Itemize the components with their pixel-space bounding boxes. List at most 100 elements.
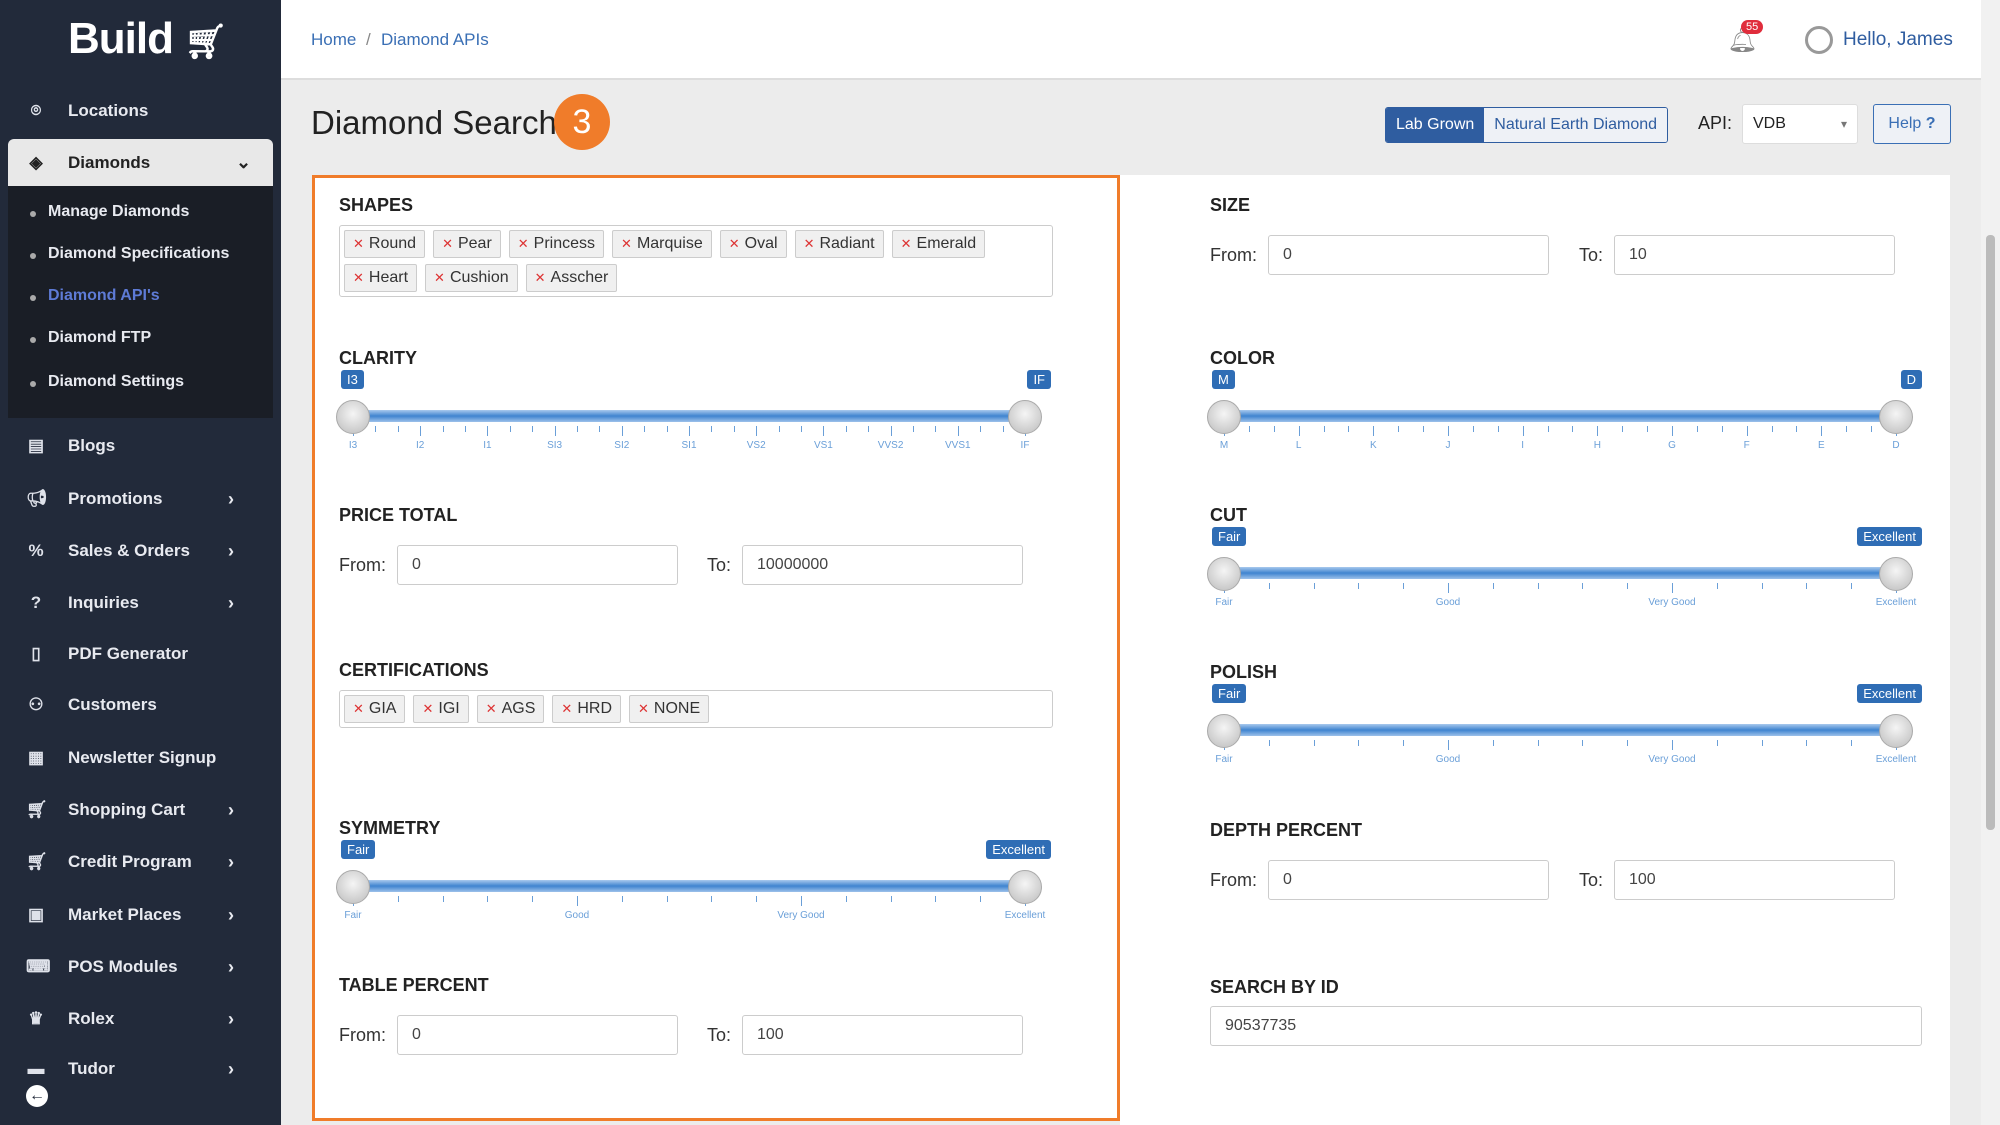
slider-tick bbox=[1324, 426, 1325, 432]
certifications-tag: ✕HRD bbox=[552, 695, 621, 723]
remove-tag-icon[interactable]: ✕ bbox=[901, 236, 912, 251]
sidebar-item-locations[interactable]: ⌾Locations bbox=[0, 89, 281, 133]
slider-tick bbox=[801, 896, 802, 906]
diamonds-submenu: Manage Diamonds Diamond Specifications Dia… bbox=[8, 186, 273, 418]
sidebar-item-customers[interactable]: ⚇Customers bbox=[0, 683, 281, 727]
cut-slider-track[interactable] bbox=[1224, 567, 1896, 579]
remove-tag-icon[interactable]: ✕ bbox=[486, 701, 497, 716]
polish-slider-track[interactable] bbox=[1224, 724, 1896, 736]
symmetry-range-slider[interactable]: FairGoodVery GoodExcellentFairExcellent bbox=[339, 840, 1039, 920]
depth-from-label: From: bbox=[1210, 870, 1257, 891]
table-label: TABLE PERCENT bbox=[339, 975, 489, 996]
question-icon: ? bbox=[1926, 115, 1936, 132]
polish-min-handle[interactable] bbox=[1207, 714, 1241, 748]
table-to-input[interactable]: 100 bbox=[742, 1015, 1023, 1055]
sidebar-item-diamonds[interactable]: ◈Diamonds⌄ bbox=[8, 139, 273, 186]
cut-min-handle[interactable] bbox=[1207, 557, 1241, 591]
remove-tag-icon[interactable]: ✕ bbox=[353, 701, 364, 716]
remove-tag-icon[interactable]: ✕ bbox=[422, 701, 433, 716]
slider-tick-label: SI1 bbox=[681, 440, 696, 451]
sidebar-item-tudor[interactable]: ▬Tudor› bbox=[0, 1047, 281, 1091]
submenu-item[interactable]: Manage Diamonds bbox=[48, 203, 189, 221]
clarity-max-handle[interactable] bbox=[1008, 400, 1042, 434]
polish-max-handle[interactable] bbox=[1879, 714, 1913, 748]
depth-from-input[interactable]: 0 bbox=[1268, 860, 1549, 900]
page-title: Diamond Search bbox=[311, 104, 557, 142]
submenu-item[interactable]: Diamond Specifications bbox=[48, 245, 229, 263]
cut-range-slider[interactable]: FairGoodVery GoodExcellentFairExcellent bbox=[1210, 527, 1910, 607]
remove-tag-icon[interactable]: ✕ bbox=[518, 236, 529, 251]
color-min-handle[interactable] bbox=[1207, 400, 1241, 434]
slider-tick-label: Very Good bbox=[1648, 754, 1695, 765]
polish-range-slider[interactable]: FairGoodVery GoodExcellentFairExcellent bbox=[1210, 684, 1910, 764]
help-button[interactable]: Help ? bbox=[1873, 104, 1951, 144]
slider-tick bbox=[1717, 740, 1718, 746]
submenu-item[interactable]: Diamond Settings bbox=[48, 373, 184, 391]
table-from-input[interactable]: 0 bbox=[397, 1015, 678, 1055]
remove-tag-icon[interactable]: ✕ bbox=[434, 270, 445, 285]
depth-to-input[interactable]: 100 bbox=[1614, 860, 1895, 900]
sidebar-item-shopping-cart[interactable]: 🛒︎Shopping Cart› bbox=[0, 788, 281, 832]
newsletter-icon: ▦ bbox=[26, 748, 46, 768]
shapes-multiselect[interactable]: ✕Round✕Pear✕Princess✕Marquise✕Oval✕Radia… bbox=[339, 225, 1053, 297]
remove-tag-icon[interactable]: ✕ bbox=[729, 236, 740, 251]
natural-earth-diamond-button[interactable]: Natural Earth Diamond bbox=[1484, 108, 1667, 142]
sidebar-item-blogs[interactable]: ▤Blogs bbox=[0, 424, 281, 468]
collapse-sidebar-icon[interactable]: ← bbox=[26, 1085, 48, 1107]
chevron-right-icon: › bbox=[228, 957, 234, 978]
symmetry-max-handle[interactable] bbox=[1008, 870, 1042, 904]
api-select[interactable]: VDB bbox=[1742, 104, 1858, 144]
slider-tick-label: VS2 bbox=[747, 440, 766, 451]
submenu-item[interactable]: Diamond API's bbox=[48, 287, 160, 305]
remove-tag-icon[interactable]: ✕ bbox=[638, 701, 649, 716]
submenu-item[interactable]: Diamond FTP bbox=[48, 329, 151, 347]
clarity-min-handle[interactable] bbox=[336, 400, 370, 434]
price-from-input[interactable]: 0 bbox=[397, 545, 678, 585]
remove-tag-icon[interactable]: ✕ bbox=[804, 236, 815, 251]
remove-tag-icon[interactable]: ✕ bbox=[621, 236, 632, 251]
sidebar-item-rolex[interactable]: ♛Rolex› bbox=[0, 997, 281, 1041]
remove-tag-icon[interactable]: ✕ bbox=[353, 270, 364, 285]
clarity-slider-track[interactable] bbox=[353, 410, 1025, 422]
logo[interactable]: Build 🛒︎ bbox=[68, 14, 226, 64]
remove-tag-icon[interactable]: ✕ bbox=[561, 701, 572, 716]
slider-tick-label: Excellent bbox=[1876, 754, 1917, 765]
slider-tick bbox=[980, 896, 981, 902]
sidebar-item-pos-modules[interactable]: ⌨POS Modules› bbox=[0, 945, 281, 989]
color-slider-track[interactable] bbox=[1224, 410, 1896, 422]
certifications-multiselect[interactable]: ✕GIA✕IGI✕AGS✕HRD✕NONE bbox=[339, 690, 1053, 728]
user-avatar-icon[interactable] bbox=[1805, 26, 1833, 54]
megaphone-icon: 📢︎ bbox=[26, 489, 46, 509]
price-to-input[interactable]: 10000000 bbox=[742, 545, 1023, 585]
color-max-handle[interactable] bbox=[1879, 400, 1913, 434]
cut-max-handle[interactable] bbox=[1879, 557, 1913, 591]
search-id-input[interactable]: 90537735 bbox=[1210, 1006, 1922, 1046]
symmetry-slider-track[interactable] bbox=[353, 880, 1025, 892]
chevron-right-icon: › bbox=[228, 541, 234, 562]
color-range-slider[interactable]: MLKJIHGFEDMD bbox=[1210, 370, 1910, 450]
breadcrumb-current[interactable]: Diamond APIs bbox=[381, 30, 489, 50]
remove-tag-icon[interactable]: ✕ bbox=[535, 270, 546, 285]
sidebar-item-credit-program[interactable]: 🛒︎Credit Program› bbox=[0, 840, 281, 884]
symmetry-min-handle[interactable] bbox=[336, 870, 370, 904]
remove-tag-icon[interactable]: ✕ bbox=[353, 236, 364, 251]
lab-grown-button[interactable]: Lab Grown bbox=[1386, 108, 1484, 142]
breadcrumb-home[interactable]: Home bbox=[311, 30, 356, 50]
sidebar-item-newsletter-signup[interactable]: ▦Newsletter Signup bbox=[0, 736, 281, 780]
sidebar-item-sales-orders[interactable]: %Sales & Orders› bbox=[0, 529, 281, 573]
sidebar-item-pdf-generator[interactable]: ▯PDF Generator bbox=[0, 632, 281, 676]
size-from-label: From: bbox=[1210, 245, 1257, 266]
sidebar-item-promotions[interactable]: 📢︎Promotions› bbox=[0, 477, 281, 521]
symmetry-label: SYMMETRY bbox=[339, 818, 440, 839]
size-from-input[interactable]: 0 bbox=[1268, 235, 1549, 275]
search-filters-left: SHAPES✕Round✕Pear✕Princess✕Marquise✕Oval… bbox=[312, 175, 1120, 1121]
remove-tag-icon[interactable]: ✕ bbox=[442, 236, 453, 251]
user-greeting[interactable]: Hello, James bbox=[1843, 29, 1953, 51]
size-to-input[interactable]: 10 bbox=[1614, 235, 1895, 275]
slider-tick bbox=[1538, 740, 1539, 746]
scrollbar-thumb[interactable] bbox=[1986, 235, 1995, 830]
sidebar-item-inquiries[interactable]: ?Inquiries› bbox=[0, 581, 281, 625]
slider-tick bbox=[1423, 426, 1424, 432]
sidebar-item-market-places[interactable]: ▣Market Places› bbox=[0, 893, 281, 937]
clarity-range-slider[interactable]: I3I2I1SI3SI2SI1VS2VS1VVS2VVS1IFI3IF bbox=[339, 370, 1039, 450]
